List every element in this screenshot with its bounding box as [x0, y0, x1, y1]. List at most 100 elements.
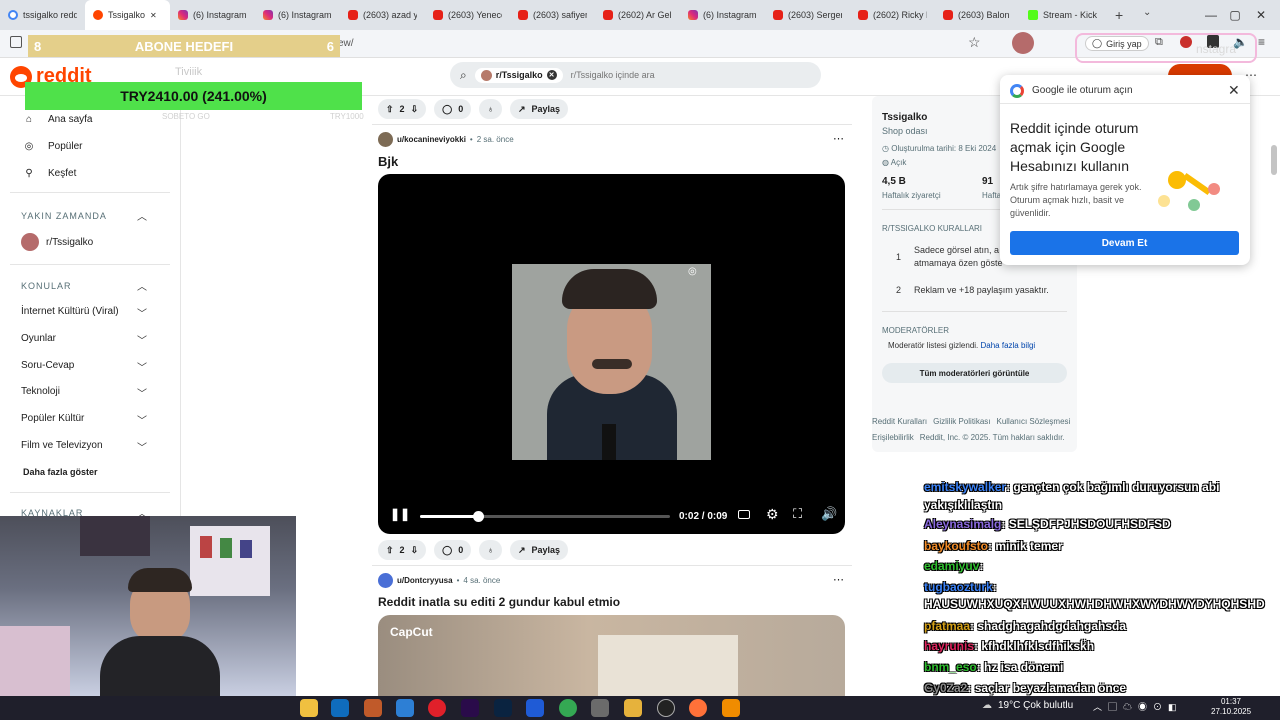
post-author[interactable]: u/Dontcryyusa: [397, 576, 453, 585]
share-button[interactable]: ↗ Paylaş: [509, 540, 569, 560]
volume-icon[interactable]: 🔊: [821, 506, 837, 522]
comments-button[interactable]: ◯ 0: [434, 99, 472, 119]
url-text[interactable]: ew/: [338, 38, 354, 49]
browser-tab[interactable]: (2602) Ricky Ma: [850, 0, 935, 30]
chat-username[interactable]: emitskywalker: [924, 480, 1006, 494]
profile-avatar[interactable]: [1012, 32, 1034, 54]
post-image[interactable]: CapCut: [378, 615, 845, 696]
topic-item[interactable]: Soru-Cevap: [21, 360, 74, 371]
author-avatar[interactable]: [378, 573, 393, 588]
chevron-down-icon[interactable]: ﹀: [137, 439, 147, 454]
app-icon[interactable]: [396, 699, 414, 717]
chevron-down-icon[interactable]: ﹀: [137, 332, 147, 347]
close-tab-icon[interactable]: ✕: [150, 11, 157, 20]
chat-username[interactable]: hayrunis: [924, 639, 974, 653]
award-button[interactable]: ♁: [479, 540, 502, 560]
nav-home[interactable]: ⌂ Ana sayfa: [22, 112, 93, 126]
outlook-icon[interactable]: [331, 699, 349, 717]
photoshop-icon[interactable]: [494, 699, 512, 717]
browser-tab[interactable]: (2603) safiyeme: [510, 0, 595, 30]
post-title[interactable]: Reddit inatla su editi 2 gundur kabul et…: [378, 595, 620, 609]
clock[interactable]: 01:37 27.10.2025: [1211, 697, 1251, 717]
chat-username[interactable]: bnm_eso: [924, 660, 977, 674]
footer-link[interactable]: Gizlilik Politikası: [933, 417, 990, 426]
settings-gear-icon[interactable]: ⚙: [766, 506, 779, 523]
search-bar[interactable]: ⌕ r/Tssigalko ✕: [450, 62, 821, 88]
chat-username[interactable]: baykoufsto: [924, 539, 988, 553]
browser-tab[interactable]: (2603) azad yılm: [340, 0, 425, 30]
captions-icon[interactable]: [738, 510, 750, 519]
chevron-down-icon[interactable]: ﹀: [137, 412, 147, 427]
mods-more-link[interactable]: Daha fazla bilgi: [981, 341, 1036, 350]
rule-text[interactable]: atmamaya özen göste: [914, 258, 1003, 268]
footer-link[interactable]: Kullanıcı Sözleşmesi: [996, 417, 1070, 426]
rule-text[interactable]: Reklam ve +18 paylaşım yasaktır.: [914, 285, 1049, 295]
file-explorer-icon[interactable]: [300, 699, 318, 717]
browser-tab[interactable]: (6) Instagram: [680, 0, 765, 30]
browser-tab[interactable]: (2602) Ar Gelir C: [595, 0, 680, 30]
topic-item[interactable]: İnternet Kültürü (Viral): [21, 306, 119, 317]
chrome-icon[interactable]: [559, 699, 577, 717]
clear-chip-icon[interactable]: ✕: [546, 70, 557, 80]
browser-tab[interactable]: (2603) Sergen Y: [765, 0, 850, 30]
downvote-icon[interactable]: ⇩: [411, 545, 419, 556]
chevron-up-icon[interactable]: ︿: [137, 278, 147, 293]
view-all-mods-button[interactable]: Tüm moderatörleri görüntüle: [882, 363, 1067, 383]
author-avatar[interactable]: [378, 132, 393, 147]
sidebar-toggle-icon[interactable]: [10, 36, 22, 48]
nav-popular[interactable]: ◎ Popüler: [22, 139, 83, 153]
chevron-down-icon[interactable]: ﹀: [137, 385, 147, 400]
continue-button[interactable]: Devam Et: [1010, 231, 1239, 255]
browser-menu-icon[interactable]: ≡: [1258, 35, 1265, 49]
new-tab-icon[interactable]: +: [1115, 7, 1123, 23]
browser-tab[interactable]: (6) Instagram: [255, 0, 340, 30]
post-menu-icon[interactable]: ⋯: [833, 573, 844, 586]
recent-item[interactable]: r/Tssigalko: [21, 233, 93, 251]
topic-item[interactable]: Oyunlar: [21, 333, 56, 344]
app-icon[interactable]: [364, 699, 382, 717]
topic-item[interactable]: Teknoloji: [21, 386, 60, 397]
upvote-icon[interactable]: ⇧: [386, 104, 394, 115]
folder-icon[interactable]: [624, 699, 642, 717]
seekbar-handle[interactable]: [472, 511, 484, 522]
community-chip[interactable]: r/Tssigalko ✕: [474, 67, 563, 83]
footer-link[interactable]: Erişilebilirlik: [872, 433, 914, 442]
chevron-up-icon[interactable]: ︿: [137, 208, 147, 223]
vlc-icon[interactable]: [722, 699, 740, 717]
weather-widget[interactable]: ☁ 19°C Çok bulutlu: [982, 700, 1073, 711]
chat-username[interactable]: Aleynasimalg: [924, 517, 1001, 531]
app-icon[interactable]: [526, 699, 544, 717]
browser-tab[interactable]: Tssigalko ✕: [85, 0, 170, 30]
topic-item[interactable]: Popüler Kültür: [21, 413, 84, 424]
rule-text[interactable]: Sadece görsel atın, a: [914, 245, 999, 255]
nav-explore[interactable]: ⚲ Keşfet: [22, 166, 76, 180]
chat-username[interactable]: pfatmaa: [924, 619, 970, 633]
chat-username[interactable]: edamiyuv: [924, 559, 979, 573]
vote-group[interactable]: ⇧ 2 ⇩: [378, 99, 427, 119]
video-seekbar[interactable]: [420, 511, 670, 522]
tab-search-chevron-icon[interactable]: ⌄: [1143, 7, 1151, 18]
show-more-link[interactable]: Daha fazla göster: [23, 467, 98, 477]
recent-header[interactable]: YAKIN ZAMANDA: [21, 211, 107, 221]
chevron-down-icon[interactable]: ﹀: [137, 305, 147, 320]
share-button[interactable]: ↗ Paylaş: [509, 99, 569, 119]
close-icon[interactable]: ✕: [1228, 82, 1240, 99]
chat-username[interactable]: Gy0Za2: [924, 681, 967, 695]
browser-tab[interactable]: Stream - Kick Da: [1020, 0, 1105, 30]
vote-group[interactable]: ⇧ 2 ⇩: [378, 540, 427, 560]
page-scrollbar-thumb[interactable]: [1271, 145, 1277, 175]
firefox-icon[interactable]: [689, 699, 707, 717]
browser-tab[interactable]: (2603) Balon Da: [935, 0, 1020, 30]
premiere-icon[interactable]: [461, 699, 479, 717]
browser-tab[interactable]: (6) Instagram: [170, 0, 255, 30]
pause-icon[interactable]: ❚❚: [390, 507, 410, 521]
close-window-button[interactable]: ✕: [1238, 0, 1280, 30]
post-menu-icon[interactable]: ⋯: [833, 132, 844, 145]
search-input[interactable]: [570, 70, 771, 80]
chat-username[interactable]: tugbaozturk: [924, 580, 993, 594]
post-author[interactable]: u/kocanineviyokki: [397, 135, 466, 144]
upvote-icon[interactable]: ⇧: [386, 545, 394, 556]
app-icon[interactable]: [591, 699, 609, 717]
comments-button[interactable]: ◯ 0: [434, 540, 472, 560]
post-title[interactable]: Bjk: [378, 154, 398, 169]
